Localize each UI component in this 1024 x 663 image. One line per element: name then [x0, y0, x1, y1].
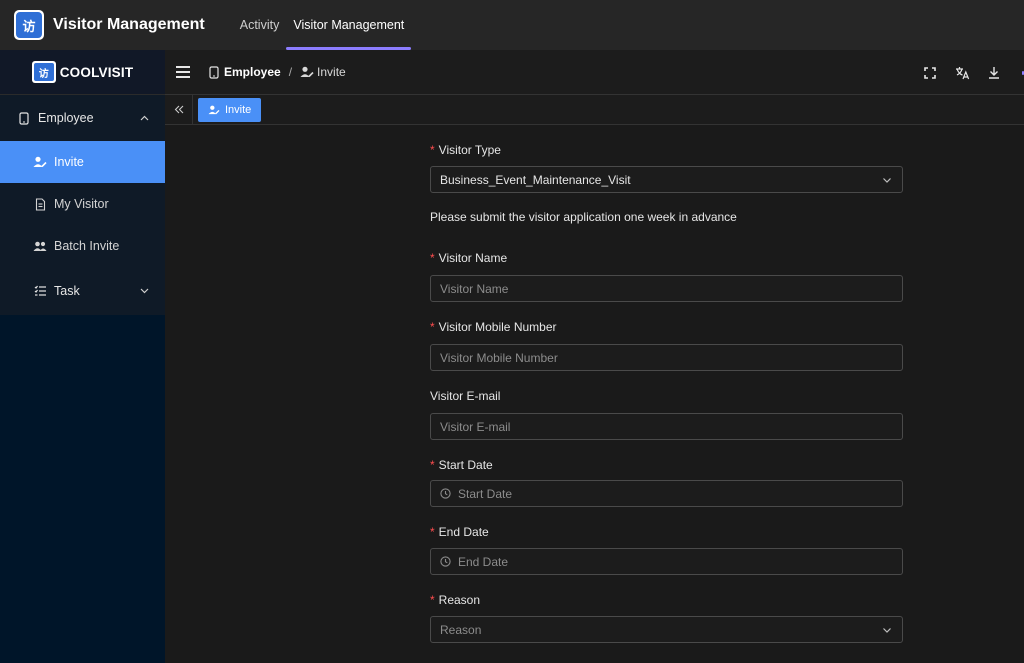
sidebar-item-my-visitor[interactable]: My Visitor: [0, 183, 165, 225]
sidebar-group-employee[interactable]: Employee: [0, 95, 165, 141]
device-icon: [207, 65, 221, 79]
breadcrumb: Employee / Invite: [207, 65, 346, 79]
brand-name: COOLVISIT: [59, 64, 134, 80]
header-tools: [914, 50, 1024, 95]
more-icon[interactable]: [1010, 50, 1024, 95]
visitor-email-field[interactable]: [440, 419, 902, 434]
page-header: Employee / Invite: [165, 50, 1024, 95]
visitor-type-select[interactable]: Business_Event_Maintenance_Visit: [430, 166, 903, 193]
brand-logo: 访: [31, 61, 56, 83]
app-logo-mark: 访: [16, 12, 42, 38]
required-mark: *: [430, 143, 435, 157]
required-mark: *: [430, 593, 435, 607]
visitor-name-label: * Visitor Name: [430, 251, 508, 265]
tab-label: Invite: [225, 103, 252, 116]
main-content: * Visitor Type Business_Event_Maintenance…: [165, 125, 1024, 663]
visitor-mobile-input[interactable]: [430, 344, 903, 371]
required-mark: *: [430, 251, 435, 265]
chevron-down-icon: [882, 624, 892, 634]
app-title: Visitor Management: [53, 16, 205, 33]
sidebar-group-task[interactable]: Task: [0, 267, 165, 315]
reason-label: * Reason: [430, 593, 481, 607]
required-mark: *: [430, 458, 435, 472]
user-edit-icon: [208, 105, 220, 115]
device-icon: [17, 111, 31, 125]
advance-notice: Please submit the visitor application on…: [430, 210, 737, 224]
sidebar: Employee Invite My Visitor Batch Invite …: [0, 95, 165, 663]
sidebar-item-label: Invite: [54, 155, 84, 169]
menu-toggle-icon[interactable]: [176, 66, 190, 78]
visitor-mobile-field[interactable]: [440, 350, 902, 365]
required-mark: *: [430, 525, 435, 539]
chevron-down-icon: [882, 174, 892, 184]
breadcrumb-separator: /: [288, 65, 293, 79]
start-date-label: * Start Date: [430, 458, 493, 472]
translate-icon[interactable]: [946, 50, 978, 95]
users-icon: [33, 241, 47, 252]
brand-logo-mark: 访: [33, 63, 54, 81]
sidebar-item-batch-invite[interactable]: Batch Invite: [0, 225, 165, 267]
brand-bar: 访 COOLVISIT: [0, 50, 165, 95]
visitor-name-field[interactable]: [440, 281, 902, 296]
visitor-email-input[interactable]: [430, 413, 903, 440]
reason-select[interactable]: Reason: [430, 616, 903, 643]
clock-icon: [440, 556, 451, 567]
visitor-mobile-label: * Visitor Mobile Number: [430, 320, 557, 334]
chevron-up-icon: [140, 113, 149, 123]
visitor-type-label: * Visitor Type: [430, 143, 501, 157]
breadcrumb-parent[interactable]: Employee: [224, 65, 281, 79]
download-icon[interactable]: [978, 50, 1010, 95]
end-date-picker[interactable]: End Date: [430, 548, 903, 575]
end-date-label: * End Date: [430, 525, 489, 539]
fullscreen-icon[interactable]: [914, 50, 946, 95]
sidebar-task-label: Task: [54, 284, 80, 298]
chevron-down-icon: [140, 286, 149, 296]
required-mark: *: [430, 320, 435, 334]
breadcrumb-current: Invite: [317, 65, 346, 79]
visitor-email-label: Visitor E-mail: [430, 389, 501, 403]
app-logo: 访: [14, 10, 44, 40]
collapse-sidebar-icon[interactable]: [165, 94, 193, 125]
tab-strip: Invite: [165, 94, 1024, 125]
top-nav-visitor-management[interactable]: Visitor Management: [286, 0, 412, 50]
sidebar-group-label: Employee: [38, 111, 94, 125]
top-nav: Activity Visitor Management: [233, 0, 412, 50]
document-icon: [33, 197, 47, 211]
start-date-picker[interactable]: Start Date: [430, 480, 903, 507]
app-topbar: 访 Visitor Management Activity Visitor Ma…: [0, 0, 1024, 50]
tab-invite[interactable]: Invite: [198, 97, 262, 122]
user-edit-icon: [300, 66, 314, 78]
clock-icon: [440, 488, 451, 499]
sidebar-item-label: Batch Invite: [54, 239, 120, 253]
sidebar-item-label: My Visitor: [54, 197, 109, 211]
task-list-icon: [33, 285, 47, 297]
top-nav-activity[interactable]: Activity: [233, 0, 287, 50]
user-edit-icon: [33, 156, 47, 168]
sidebar-item-invite[interactable]: Invite: [0, 141, 165, 183]
visitor-name-input[interactable]: [430, 275, 903, 302]
